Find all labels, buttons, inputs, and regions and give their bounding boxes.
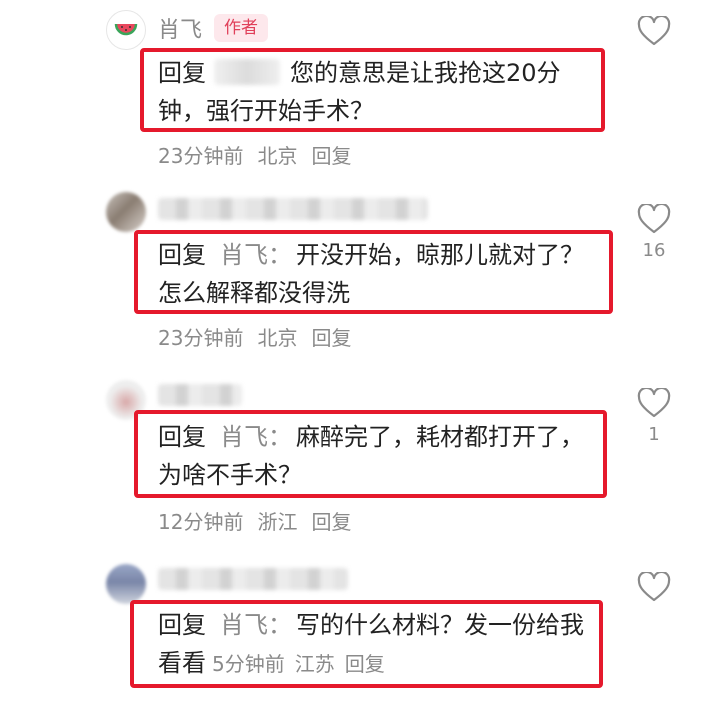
- reply-target[interactable]: 肖飞：: [220, 241, 292, 269]
- like-count: 1: [648, 424, 660, 445]
- reply-button[interactable]: 回复: [311, 140, 351, 169]
- masked-username: [158, 198, 428, 220]
- like-count: 16: [642, 240, 666, 261]
- like-button[interactable]: 1: [636, 388, 672, 445]
- watermelon-icon: [113, 15, 139, 45]
- reply-target[interactable]: 肖飞：: [220, 611, 292, 639]
- location: 浙江: [257, 510, 298, 534]
- avatar[interactable]: [106, 192, 146, 232]
- comment-text[interactable]: 回复 您的意思是让我抢这20分钟，强行开始手术？: [158, 54, 598, 130]
- avatar[interactable]: [106, 10, 146, 50]
- comment-text[interactable]: 回复 肖飞： 麻醉完了，耗材都打开了，为啥不手术？: [158, 418, 598, 494]
- like-button[interactable]: [636, 16, 672, 52]
- masked-username: [214, 59, 280, 85]
- location: 北京: [257, 144, 298, 168]
- heart-outline-icon: [636, 16, 672, 46]
- location: 江苏: [294, 652, 335, 676]
- reply-button[interactable]: 回复: [345, 652, 385, 676]
- heart-outline-icon: [636, 204, 672, 234]
- reply-button[interactable]: 回复: [311, 506, 351, 535]
- like-button[interactable]: 16: [636, 204, 672, 261]
- comment-text[interactable]: 回复 肖飞： 写的什么材料？发一份给我看看 5分钟前 江苏 回复: [158, 606, 594, 683]
- comment-text[interactable]: 回复 肖飞： 开没开始，晾那儿就对了？怎么解释都没得洗: [158, 236, 598, 312]
- heart-outline-icon: [636, 572, 672, 602]
- reply-target[interactable]: 肖飞：: [220, 423, 292, 451]
- timestamp: 12分钟前: [158, 510, 244, 534]
- author-badge: 作者: [214, 14, 269, 42]
- avatar[interactable]: [106, 564, 146, 604]
- like-button[interactable]: [636, 572, 672, 608]
- timestamp: 23分钟前: [158, 326, 244, 350]
- masked-username: [158, 568, 348, 590]
- heart-outline-icon: [636, 388, 672, 418]
- timestamp: 23分钟前: [158, 144, 244, 168]
- author-name[interactable]: 肖飞: [158, 12, 202, 44]
- masked-username: [158, 384, 242, 406]
- timestamp: 5分钟前: [212, 652, 285, 676]
- location: 北京: [257, 326, 298, 350]
- reply-button[interactable]: 回复: [311, 322, 351, 351]
